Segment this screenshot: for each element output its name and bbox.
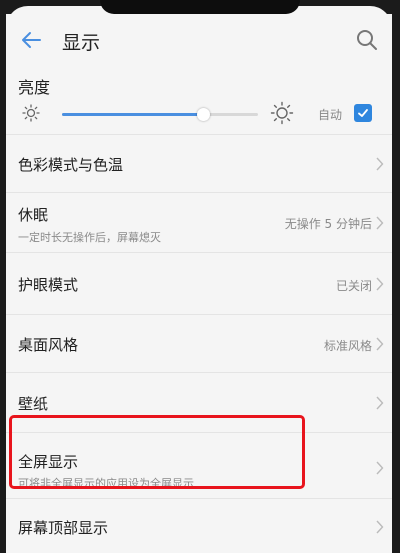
setting-title: 色彩模式与色温 bbox=[18, 156, 124, 174]
brightness-slider-fill bbox=[62, 113, 204, 116]
camera-notch bbox=[100, 0, 300, 14]
brightness-label: 亮度 bbox=[18, 78, 51, 97]
setting-value: 标准风格 bbox=[323, 339, 372, 353]
setting-title: 壁纸 bbox=[18, 395, 49, 413]
setting-title: 屏幕顶部显示 bbox=[18, 519, 109, 537]
brightness-slider-thumb[interactable] bbox=[197, 108, 211, 121]
setting-title: 休眠 bbox=[18, 206, 49, 224]
setting-title: 护眼模式 bbox=[18, 276, 79, 294]
setting-value: 已关闭 bbox=[335, 279, 372, 293]
auto-brightness-label: 自动 bbox=[318, 108, 343, 122]
app-bar: 显示 bbox=[6, 20, 392, 60]
chevron-right-icon bbox=[376, 337, 384, 351]
setting-row-color-mode[interactable]: 色彩模式与色温 bbox=[6, 134, 392, 192]
chevron-right-icon bbox=[376, 216, 384, 230]
search-icon bbox=[357, 30, 377, 50]
sun-large-icon bbox=[270, 101, 294, 125]
chevron-right-icon bbox=[376, 157, 384, 171]
auto-brightness-checkbox[interactable] bbox=[354, 104, 372, 122]
setting-row-eye-comfort[interactable]: 护眼模式 已关闭 bbox=[6, 252, 392, 314]
chevron-right-icon bbox=[376, 277, 384, 291]
brightness-slider[interactable] bbox=[62, 108, 258, 121]
highlight-box bbox=[9, 415, 305, 489]
chevron-right-icon bbox=[376, 396, 384, 410]
setting-row-home-style[interactable]: 桌面风格 标准风格 bbox=[6, 314, 392, 372]
phone-frame: 显示 亮度 自动 色彩模式与色温 休眠 一定时长无操作后，屏幕熄灭 无操作 5 … bbox=[0, 0, 400, 553]
setting-subtitle: 一定时长无操作后，屏幕熄灭 bbox=[18, 231, 161, 244]
bezel-right bbox=[392, 0, 400, 553]
chevron-right-icon bbox=[376, 520, 384, 534]
back-arrow-icon bbox=[22, 32, 41, 48]
check-icon bbox=[358, 109, 368, 117]
setting-row-sleep[interactable]: 休眠 一定时长无操作后，屏幕熄灭 无操作 5 分钟后 bbox=[6, 192, 392, 252]
setting-row-top-display[interactable]: 屏幕顶部显示 bbox=[6, 498, 392, 553]
back-button[interactable] bbox=[14, 20, 48, 60]
search-button[interactable] bbox=[352, 24, 382, 56]
page-title: 显示 bbox=[62, 32, 101, 54]
setting-value: 无操作 5 分钟后 bbox=[284, 217, 372, 231]
brightness-row: 自动 bbox=[6, 98, 392, 128]
settings-list: 色彩模式与色温 休眠 一定时长无操作后，屏幕熄灭 无操作 5 分钟后 护眼模式 … bbox=[6, 134, 392, 553]
sun-small-icon bbox=[22, 104, 40, 122]
setting-title: 桌面风格 bbox=[18, 336, 79, 354]
chevron-right-icon bbox=[376, 461, 384, 475]
